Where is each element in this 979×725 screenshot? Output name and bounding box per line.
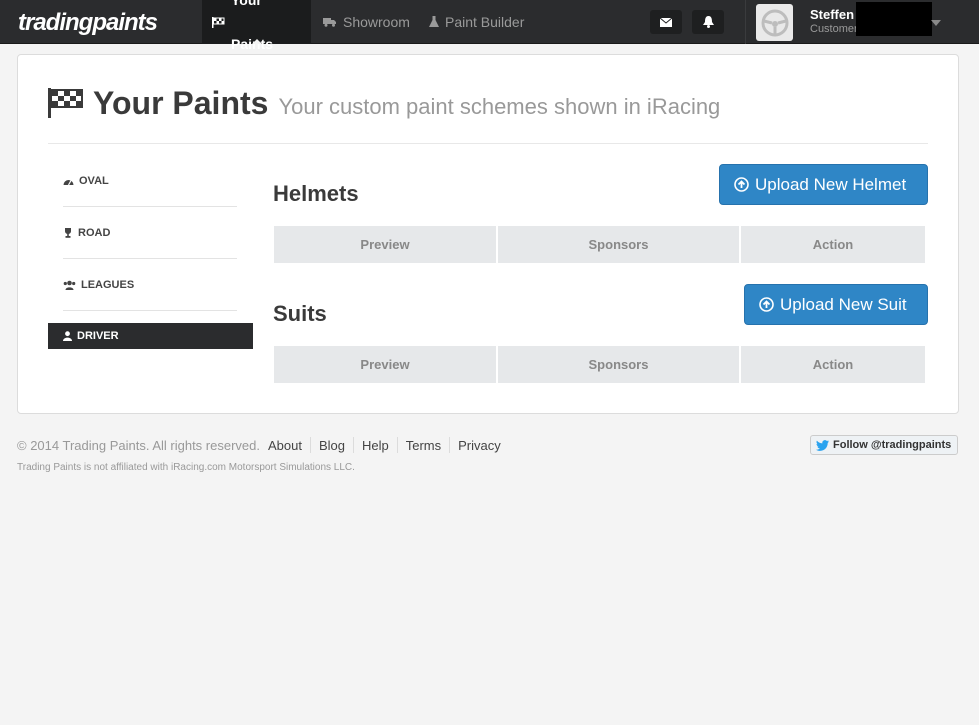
page-title: Your Paints Your custom paint schemes sh… xyxy=(93,85,720,122)
truck-icon xyxy=(323,18,336,27)
column-header: Preview xyxy=(274,346,496,383)
sidebar-item-leagues[interactable]: LEAGUES xyxy=(48,272,253,298)
column-header: Action xyxy=(741,226,925,263)
envelope-icon xyxy=(660,17,672,27)
trophy-icon xyxy=(65,228,71,238)
nav-showroom[interactable]: Showroom xyxy=(313,0,420,44)
footer-note: Trading Paints is not affiliated with iR… xyxy=(17,462,355,473)
footer: © 2014 Trading Paints. All rights reserv… xyxy=(17,437,501,453)
chevron-down-icon[interactable] xyxy=(931,20,941,26)
divider xyxy=(396,437,398,453)
column-header: Sponsors xyxy=(498,226,739,263)
divider xyxy=(63,310,237,311)
tachometer-icon xyxy=(63,179,74,185)
divider xyxy=(309,437,311,453)
checkered-flag-icon xyxy=(48,88,83,118)
avatar xyxy=(756,4,793,41)
table-header-helmets: Preview Sponsors Action xyxy=(274,226,927,263)
twitter-follow-label: Follow @tradingpaints xyxy=(833,439,952,451)
sidebar-item-road[interactable]: ROAD xyxy=(48,220,253,246)
column-header: Action xyxy=(741,346,925,383)
twitter-follow-button[interactable]: Follow @tradingpaints xyxy=(810,435,958,455)
footer-link-about[interactable]: About xyxy=(268,438,302,453)
nav-paint-builder-label: Paint Builder xyxy=(445,14,525,30)
divider xyxy=(63,206,237,207)
column-header: Preview xyxy=(274,226,496,263)
sidebar-item-driver[interactable]: DRIVER xyxy=(48,323,253,349)
sidebar-item-label: LEAGUES xyxy=(81,279,135,291)
divider xyxy=(63,258,237,259)
copyright: © 2014 Trading Paints. All rights reserv… xyxy=(17,437,260,453)
steering-wheel-icon xyxy=(761,9,788,36)
sidebar-item-label: OVAL xyxy=(79,175,109,187)
flask-icon xyxy=(429,16,439,27)
upload-icon xyxy=(759,297,774,312)
nav-paint-builder[interactable]: Paint Builder xyxy=(419,0,534,44)
flag-icon xyxy=(212,16,225,28)
user-name: Steffen xyxy=(810,7,855,22)
top-navbar: tradingpaints Your Paints Showroom Paint… xyxy=(0,0,979,52)
main-panel: Your Paints Your custom paint schemes sh… xyxy=(17,54,959,414)
upload-helmet-button[interactable]: Upload New Helmet xyxy=(719,164,928,205)
upload-icon xyxy=(734,177,749,192)
table-header-suits: Preview Sponsors Action xyxy=(274,346,927,383)
notifications-button[interactable] xyxy=(692,10,724,34)
page-subtitle: Your custom paint schemes shown in iRaci… xyxy=(278,94,721,119)
divider xyxy=(353,437,354,453)
sidebar-item-oval[interactable]: OVAL xyxy=(48,168,253,194)
upload-helmet-label: Upload New Helmet xyxy=(755,174,907,194)
footer-link-terms[interactable]: Terms xyxy=(406,438,441,453)
upload-suit-label: Upload New Suit xyxy=(780,294,907,314)
footer-link-help[interactable]: Help xyxy=(362,438,389,453)
upload-suit-button[interactable]: Upload New Suit xyxy=(744,284,928,325)
sidebar-item-label: DRIVER xyxy=(77,330,119,342)
footer-link-blog[interactable]: Blog xyxy=(319,438,345,453)
redacted-block xyxy=(856,2,932,36)
column-header: Sponsors xyxy=(498,346,739,383)
section-title-helmets: Helmets xyxy=(273,181,359,206)
group-icon xyxy=(63,280,76,290)
bell-icon xyxy=(702,16,714,28)
footer-link-privacy[interactable]: Privacy xyxy=(458,438,501,453)
sidebar-item-label: ROAD xyxy=(78,227,111,239)
page-title-text: Your Paints xyxy=(93,85,269,121)
user-icon xyxy=(63,331,72,341)
user-role: Customer xyxy=(810,23,858,35)
twitter-icon xyxy=(816,439,829,451)
nav-your-paints[interactable]: Your Paints xyxy=(202,0,311,52)
messages-button[interactable] xyxy=(650,10,682,34)
divider xyxy=(48,143,928,144)
nav-showroom-label: Showroom xyxy=(343,14,410,30)
divider xyxy=(449,437,451,453)
user-menu[interactable]: Steffen Customer xyxy=(745,0,979,44)
logo[interactable]: tradingpaints xyxy=(18,9,158,37)
section-title-suits: Suits xyxy=(273,301,327,326)
